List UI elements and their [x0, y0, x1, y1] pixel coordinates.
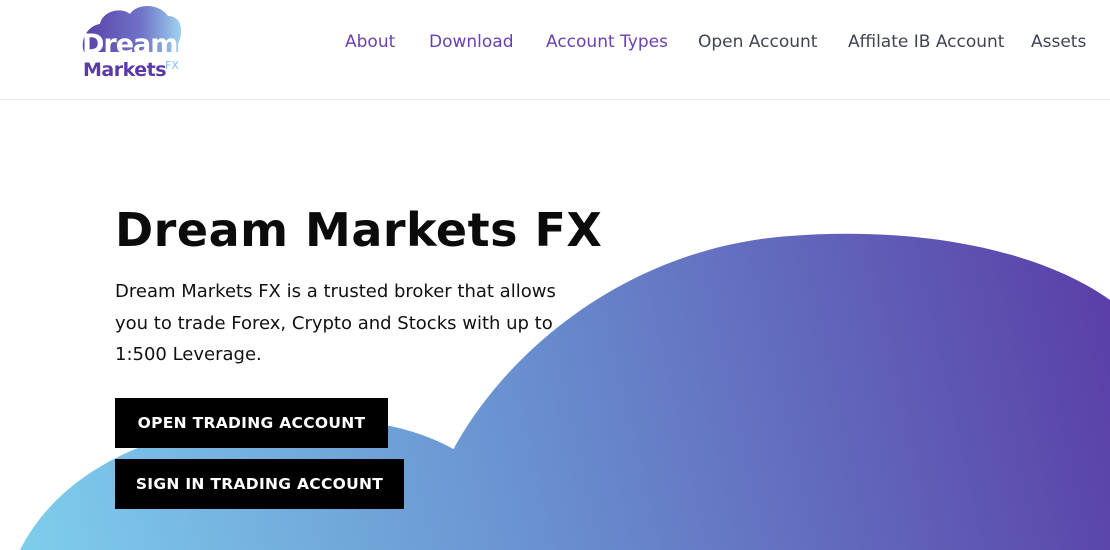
nav-item-download[interactable]: Download — [429, 30, 514, 54]
nav-item-about[interactable]: About — [345, 30, 395, 54]
site-header: Dream Markets FX About Download Account … — [0, 0, 1110, 100]
open-trading-account-button[interactable]: OPEN TRADING ACCOUNT — [115, 398, 388, 448]
sign-in-trading-account-button[interactable]: SIGN IN TRADING ACCOUNT — [115, 459, 404, 509]
nav-item-assets[interactable]: Assets — [1031, 30, 1086, 54]
logo-word-markets: Markets — [83, 59, 166, 81]
nav-item-open-account[interactable]: Open Account — [698, 30, 817, 54]
nav-item-affiliate-ib-account[interactable]: Affilate IB Account — [848, 30, 1004, 54]
page: Dream Markets FX About Download Account … — [0, 0, 1110, 550]
main-nav: About Download Account Types Open Accoun… — [0, 30, 1110, 54]
nav-item-account-types[interactable]: Account Types — [546, 30, 668, 54]
hero-title: Dream Markets FX — [115, 203, 603, 257]
logo-suffix: FX — [165, 59, 179, 72]
hero-description: Dream Markets FX is a trusted broker tha… — [115, 281, 556, 365]
